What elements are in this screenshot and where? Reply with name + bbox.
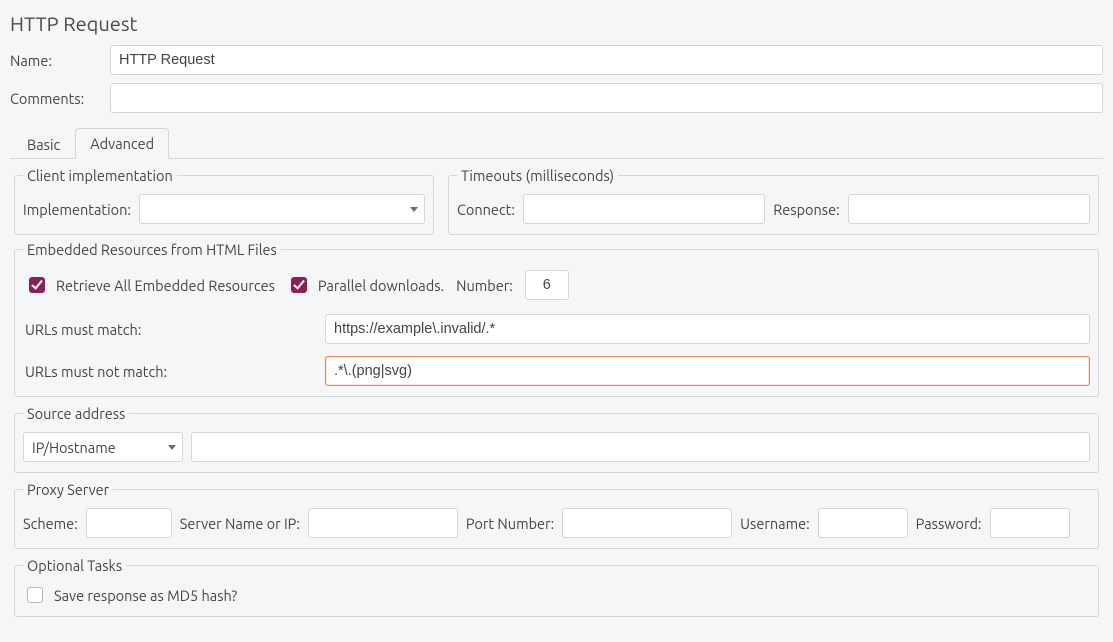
proxy-password-label: Password:	[916, 515, 982, 532]
retrieve-all-text: Retrieve All Embedded Resources	[56, 277, 275, 294]
md5-checkbox[interactable]	[27, 587, 43, 603]
timeouts-group: Timeouts (milliseconds) Connect: Respons…	[448, 167, 1099, 235]
proxy-server-label: Server Name or IP:	[180, 515, 300, 532]
comments-label: Comments:	[10, 90, 110, 107]
parallel-number-label: Number:	[456, 277, 513, 294]
optional-tasks-legend: Optional Tasks	[23, 557, 126, 574]
embedded-resources-group: Embedded Resources from HTML Files Retri…	[14, 241, 1099, 397]
proxy-scheme-input[interactable]	[86, 508, 172, 538]
connect-timeout-input[interactable]	[523, 194, 765, 224]
parallel-number-input[interactable]	[525, 270, 569, 300]
implementation-dropdown[interactable]	[139, 194, 425, 224]
urls-must-not-match-input[interactable]	[325, 356, 1090, 386]
optional-tasks-group: Optional Tasks Save response as MD5 hash…	[14, 557, 1099, 617]
response-timeout-input[interactable]	[848, 194, 1090, 224]
proxy-server-group: Proxy Server Scheme: Server Name or IP: …	[14, 481, 1099, 549]
timeouts-legend: Timeouts (milliseconds)	[457, 167, 618, 184]
urls-must-match-label: URLs must match:	[25, 321, 325, 338]
name-label: Name:	[10, 52, 110, 69]
source-address-input[interactable]	[191, 432, 1090, 462]
response-timeout-label: Response:	[773, 201, 839, 218]
proxy-password-input[interactable]	[990, 508, 1070, 538]
comments-input[interactable]	[110, 83, 1103, 113]
connect-timeout-label: Connect:	[457, 201, 515, 218]
implementation-label: Implementation:	[23, 201, 131, 218]
tab-advanced[interactable]: Advanced	[75, 128, 169, 159]
chevron-down-icon	[410, 207, 418, 212]
page-title: HTTP Request	[10, 12, 1103, 35]
proxy-server-legend: Proxy Server	[23, 481, 113, 498]
proxy-server-input[interactable]	[308, 508, 458, 538]
source-address-legend: Source address	[23, 405, 129, 422]
parallel-downloads-text: Parallel downloads.	[318, 277, 444, 294]
embedded-resources-legend: Embedded Resources from HTML Files	[23, 241, 281, 258]
proxy-username-input[interactable]	[818, 508, 908, 538]
proxy-port-label: Port Number:	[466, 515, 554, 532]
urls-must-not-match-label: URLs must not match:	[25, 363, 325, 380]
tab-basic[interactable]: Basic	[12, 129, 75, 159]
source-address-group: Source address IP/Hostname	[14, 405, 1099, 473]
source-address-type-value: IP/Hostname	[32, 439, 158, 456]
source-address-type-dropdown[interactable]: IP/Hostname	[23, 432, 183, 462]
proxy-port-input[interactable]	[562, 508, 732, 538]
tab-bar: Basic Advanced	[10, 127, 1103, 159]
md5-checkbox-label[interactable]: Save response as MD5 hash?	[23, 584, 237, 606]
parallel-downloads-checkbox-label[interactable]: Parallel downloads.	[287, 274, 444, 296]
retrieve-all-checkbox-label[interactable]: Retrieve All Embedded Resources	[25, 274, 275, 296]
chevron-down-icon	[168, 445, 176, 450]
name-input[interactable]	[110, 45, 1103, 75]
client-implementation-legend: Client implementation	[23, 167, 177, 184]
proxy-scheme-label: Scheme:	[23, 515, 78, 532]
proxy-username-label: Username:	[740, 515, 810, 532]
client-implementation-group: Client implementation Implementation:	[14, 167, 434, 235]
retrieve-all-checkbox[interactable]	[29, 277, 45, 293]
parallel-downloads-checkbox[interactable]	[291, 277, 307, 293]
md5-text: Save response as MD5 hash?	[54, 587, 237, 604]
urls-must-match-input[interactable]	[325, 314, 1090, 344]
